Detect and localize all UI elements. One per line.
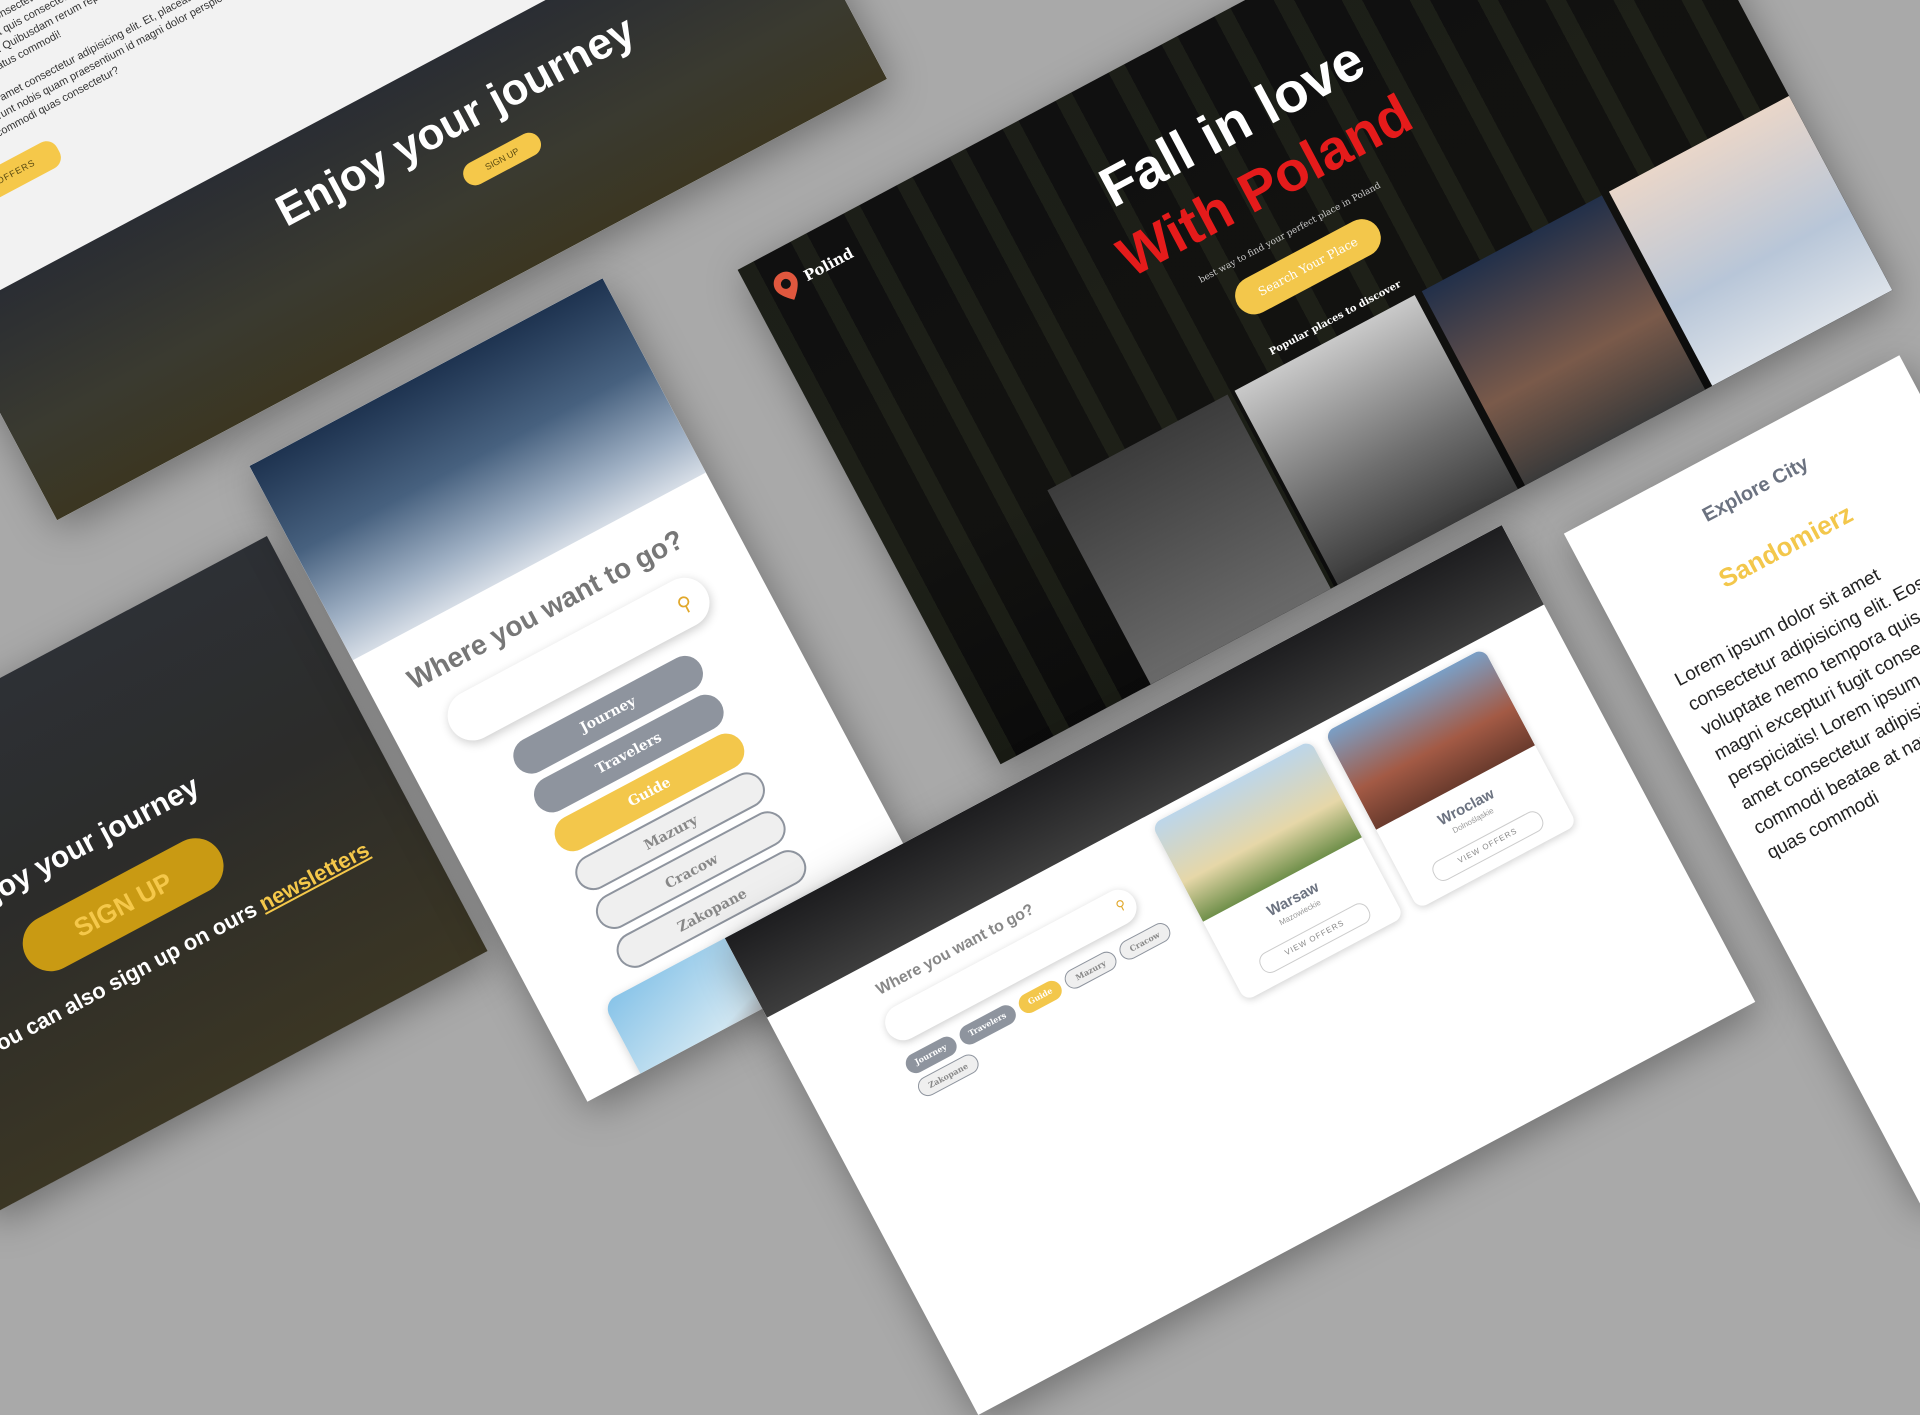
filter-mazury[interactable]: Mazury: [1061, 948, 1120, 992]
filter-cracow[interactable]: Cracow: [1115, 919, 1174, 964]
filter-guide[interactable]: Guide: [1015, 977, 1066, 1017]
desktop-search-screenshot: Where you want to go? ⚲ Journey Traveler…: [724, 525, 1756, 1415]
search-icon[interactable]: ⚲: [673, 590, 698, 619]
check-offers-button[interactable]: CHECK OFFERS: [0, 137, 65, 226]
newsletters-link[interactable]: newsletters: [255, 837, 374, 916]
search-icon[interactable]: ⚲: [1113, 896, 1129, 915]
